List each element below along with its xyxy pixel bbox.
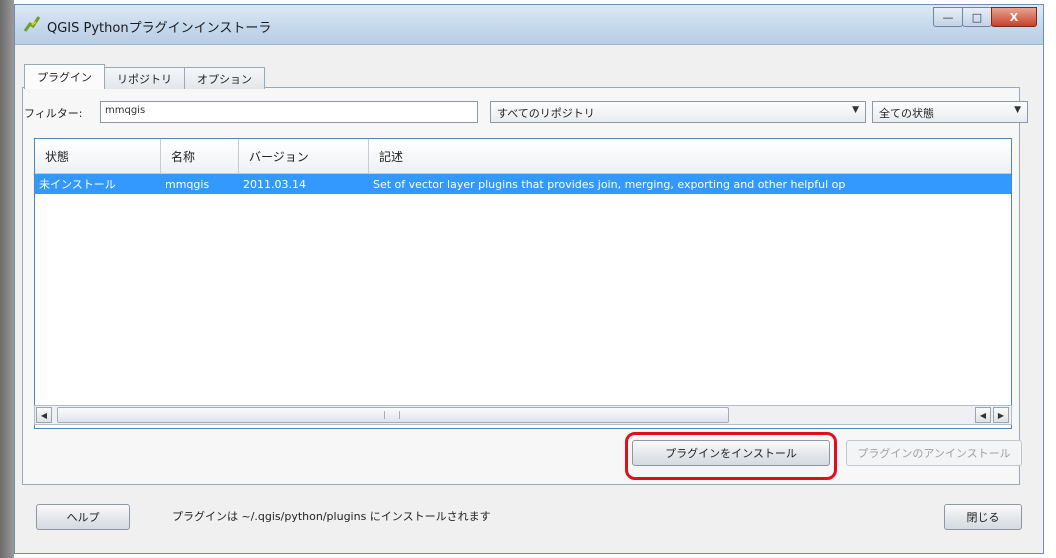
column-header-version[interactable]: バージョン: [239, 139, 369, 173]
table-header: 状態 名称 バージョン 記述: [35, 139, 1011, 174]
install-location-text: プラグインは ~/.qgis/python/plugins にインストールされま…: [172, 510, 491, 523]
close-window-button[interactable]: X: [991, 7, 1037, 27]
state-select-value: 全ての状態: [879, 107, 934, 120]
repository-select[interactable]: すべてのリポジトリ ▼: [490, 101, 866, 123]
title-bar[interactable]: QGIS Pythonプラグインインストーラ — □ X: [15, 5, 1043, 45]
tab-repositories[interactable]: リポジトリ: [104, 67, 185, 89]
cell-name: mmqgis: [165, 177, 210, 191]
plugin-table[interactable]: 状態 名称 バージョン 記述 未インストール mmqgis 2011.03.14…: [34, 138, 1012, 429]
chevron-down-icon: ▼: [1014, 105, 1021, 115]
table-row[interactable]: 未インストール mmqgis 2011.03.14 Set of vector …: [35, 174, 1011, 194]
scrollbar-thumb[interactable]: [57, 407, 729, 423]
minimize-button[interactable]: —: [933, 7, 963, 27]
scrollbar-grip: [384, 411, 400, 419]
scroll-right-button[interactable]: ▶: [993, 407, 1009, 423]
tab-options[interactable]: オプション: [184, 67, 265, 89]
cell-description: Set of vector layer plugins that provide…: [373, 177, 846, 191]
maximize-button[interactable]: □: [962, 7, 992, 27]
filter-input[interactable]: mmqgis: [100, 101, 478, 123]
help-button[interactable]: ヘルプ: [36, 504, 130, 530]
background-edge: [0, 0, 14, 558]
qgis-logo-icon: [23, 15, 41, 33]
close-button[interactable]: 閉じる: [944, 504, 1022, 530]
tab-bar: プラグイン リポジトリ オプション: [24, 64, 265, 89]
scroll-left-button[interactable]: ◀: [36, 407, 52, 423]
state-select[interactable]: 全ての状態 ▼: [872, 101, 1028, 123]
highlight-box: [625, 432, 837, 480]
cell-version: 2011.03.14: [243, 177, 306, 191]
column-header-name[interactable]: 名称: [161, 139, 239, 173]
window-controls: — □ X: [933, 7, 1037, 27]
uninstall-plugin-button[interactable]: プラグインのアンインストール: [846, 440, 1022, 466]
horizontal-scrollbar[interactable]: ◀ ◀ ▶: [34, 405, 1012, 425]
chevron-down-icon: ▼: [852, 105, 859, 115]
cell-status: 未インストール: [39, 178, 116, 191]
column-header-status[interactable]: 状態: [35, 139, 161, 173]
repository-select-value: すべてのリポジトリ: [497, 107, 595, 120]
filter-label: フィルター:: [24, 107, 83, 120]
scroll-left-button-secondary[interactable]: ◀: [975, 407, 991, 423]
column-header-description[interactable]: 記述: [369, 139, 1011, 173]
window-title: QGIS Pythonプラグインインストーラ: [47, 21, 272, 36]
tab-plugins[interactable]: プラグイン: [24, 64, 105, 89]
